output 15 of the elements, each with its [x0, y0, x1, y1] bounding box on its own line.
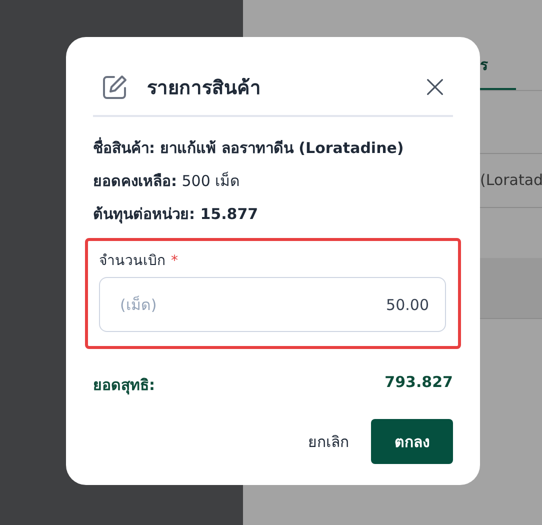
quantity-field[interactable]: (เม็ด) 50.00 — [99, 277, 446, 332]
total-value: 793.827 — [384, 373, 453, 393]
required-mark: * — [171, 253, 178, 269]
detail-text: ยอดคงเหลือ: 500 เม็ด — [93, 170, 242, 192]
cancel-button[interactable]: ยกเลิก — [296, 419, 361, 464]
close-icon[interactable] — [426, 78, 444, 96]
unit-label: (เม็ด) — [120, 294, 157, 316]
total-label: ยอดสุทธิ: — [93, 375, 155, 396]
field-label: จำนวนเบิก — [99, 253, 165, 269]
detail-text: ชื่อสินค้า: ยาแก้แพ้ ลอราทาดีน (Loratadine) — [93, 137, 405, 159]
edit-icon — [102, 74, 128, 100]
dialog-title: รายการสินค้า — [147, 76, 262, 101]
detail-text: ต้นทุนต่อหน่วย: 15.877 — [93, 204, 260, 226]
ok-button[interactable]: ตกลง — [371, 419, 453, 464]
field-value: 50.00 — [386, 296, 429, 314]
